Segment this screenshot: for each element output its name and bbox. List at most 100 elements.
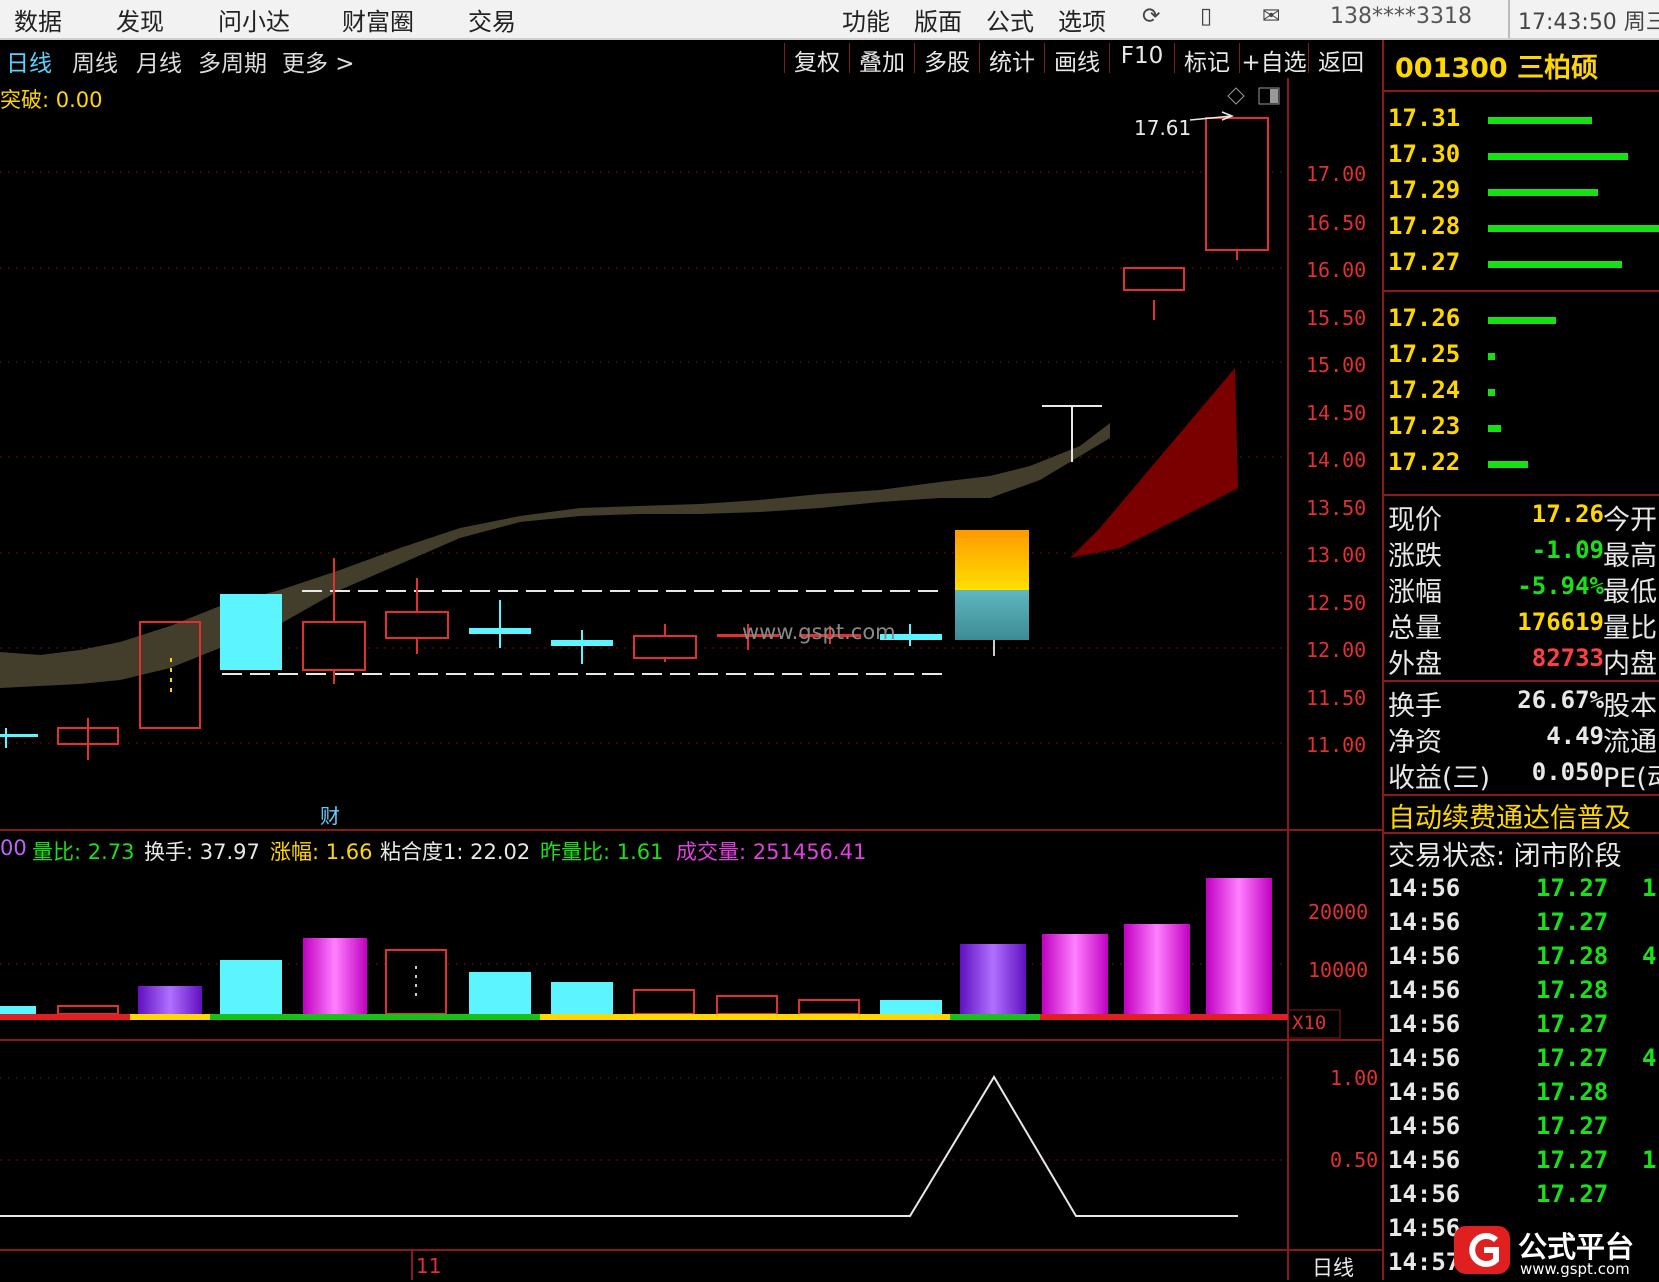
ask-price: 17.29	[1388, 176, 1461, 204]
tick-volume: 1	[1642, 1146, 1657, 1174]
watermark: www.gspt.com	[742, 620, 896, 644]
y-tick: 12.50	[1306, 591, 1367, 615]
bid-level[interactable]: 17.25	[1388, 340, 1460, 374]
divider	[1384, 290, 1659, 292]
menu-layout[interactable]: 版面	[914, 2, 962, 37]
bid-price: 17.23	[1388, 412, 1461, 440]
candle	[220, 594, 282, 670]
ask-price: 17.31	[1388, 104, 1461, 132]
diamond-icon[interactable]	[1227, 87, 1245, 105]
bid-price: 17.25	[1388, 340, 1461, 368]
period-multi[interactable]: 多周期	[198, 44, 267, 78]
user-phone[interactable]: 138****3318	[1330, 4, 1472, 29]
finance-marker[interactable]: 财	[320, 800, 340, 829]
ask-level[interactable]: 17.29	[1388, 176, 1460, 210]
mobile-icon[interactable]: ▯	[1200, 4, 1212, 29]
button-stats[interactable]: 统计	[979, 43, 1044, 76]
bid-price: 17.22	[1388, 448, 1461, 476]
period-more[interactable]: 更多 >	[282, 44, 355, 78]
quote-value: 82733	[1531, 644, 1604, 672]
indicator-turnover: 换手: 37.97	[144, 840, 260, 864]
date-label: 11	[416, 1254, 442, 1278]
menu-ask-xiaoda[interactable]: 问小达	[218, 2, 290, 37]
tick-time: 14:56	[1388, 1010, 1461, 1038]
logo-icon	[1454, 1226, 1510, 1274]
mail-icon[interactable]: ✉	[1262, 4, 1280, 29]
candle	[1205, 117, 1269, 251]
bid-level[interactable]: 17.24	[1388, 376, 1460, 410]
divider	[1384, 90, 1659, 92]
ask-level[interactable]: 17.30	[1388, 140, 1460, 174]
candle	[0, 734, 38, 737]
site-logo: 公式平台 www.gspt.com	[1452, 1222, 1659, 1280]
tick-volume: 4	[1642, 942, 1657, 970]
price-band	[0, 423, 1110, 688]
signal-line	[0, 1075, 1238, 1217]
period-weekly[interactable]: 周线	[72, 44, 118, 78]
quote-value: 26.67%	[1517, 686, 1604, 714]
quote-label: 涨幅	[1388, 577, 1442, 608]
indicator-prefix: 00	[0, 836, 27, 860]
button-fuquan[interactable]: 复权	[784, 43, 849, 76]
button-mark[interactable]: 标记	[1174, 43, 1239, 76]
refresh-icon[interactable]: ⟳	[1142, 4, 1160, 29]
candle	[1123, 267, 1185, 291]
bid-level[interactable]: 17.22	[1388, 448, 1460, 482]
tick-time: 14:56	[1388, 1214, 1461, 1242]
indicator-volume: 成交量: 251456.41	[676, 840, 867, 864]
menu-trade[interactable]: 交易	[468, 2, 516, 37]
ask-volume-bar	[1488, 261, 1622, 268]
volume-bar	[303, 938, 367, 1014]
period-monthly[interactable]: 月线	[136, 44, 182, 78]
menu-data[interactable]: 数据	[14, 2, 62, 37]
tick-price: 17.27	[1536, 908, 1609, 936]
menu-wealth-circle[interactable]: 财富圈	[342, 2, 414, 37]
button-f10[interactable]: F10	[1109, 43, 1174, 73]
period-indicator[interactable]: 日线	[1312, 1252, 1354, 1282]
button-multi-stock[interactable]: 多股	[914, 43, 979, 76]
ask-level[interactable]: 17.31	[1388, 104, 1460, 138]
menu-function[interactable]: 功能	[842, 2, 890, 37]
quote-value: 176619	[1517, 608, 1604, 636]
ask-volume-bar	[1488, 189, 1598, 196]
tick-time: 14:56	[1388, 1180, 1461, 1208]
button-add-watchlist[interactable]: +自选	[1239, 43, 1308, 76]
y-tick: 11.00	[1306, 733, 1367, 757]
tick-price: 17.27	[1536, 1146, 1609, 1174]
candle	[302, 621, 366, 671]
kline-chart[interactable]	[0, 78, 1382, 1280]
quote-label: 量比	[1603, 613, 1657, 644]
candle	[551, 640, 613, 646]
ask-volume-bar	[1488, 225, 1659, 232]
quote-label: 现价	[1388, 505, 1442, 536]
quote-label: 最低	[1603, 577, 1657, 608]
quote-label: 外盘	[1388, 649, 1442, 680]
menu-options[interactable]: 选项	[1058, 2, 1106, 37]
breakout-indicator: 突破: 0.00	[0, 88, 103, 112]
volume-y-tick: 20000	[1308, 900, 1369, 924]
button-overlay[interactable]: 叠加	[849, 43, 914, 76]
period-daily[interactable]: 日线	[6, 44, 52, 78]
clock: 17:43:50 周三	[1518, 10, 1659, 35]
stock-title: 001300 三柏硕	[1395, 46, 1659, 86]
candle	[469, 628, 531, 634]
volume-unit: X10	[1292, 1012, 1327, 1034]
separator	[1508, 0, 1510, 38]
menu-formula[interactable]: 公式	[986, 2, 1034, 37]
candle	[385, 611, 449, 639]
button-back[interactable]: 返回	[1308, 43, 1373, 76]
button-draw-line[interactable]: 画线	[1044, 43, 1109, 76]
ask-level[interactable]: 17.28	[1388, 212, 1460, 246]
logo-url: www.gspt.com	[1520, 1260, 1630, 1278]
volume-bar	[57, 1005, 119, 1015]
max-price-label: 17.61	[1134, 116, 1192, 140]
menu-discover[interactable]: 发现	[116, 2, 164, 37]
ask-level[interactable]: 17.27	[1388, 248, 1460, 282]
bid-level[interactable]: 17.26	[1388, 304, 1460, 338]
y-tick: 12.00	[1306, 638, 1367, 662]
bid-level[interactable]: 17.23	[1388, 412, 1460, 446]
volume-bar	[880, 1000, 942, 1014]
indicator-volume-ratio: 量比: 2.73	[32, 840, 135, 864]
y-tick: 16.50	[1306, 211, 1367, 235]
promo-banner[interactable]: 自动续费通达信普及	[1388, 796, 1659, 835]
